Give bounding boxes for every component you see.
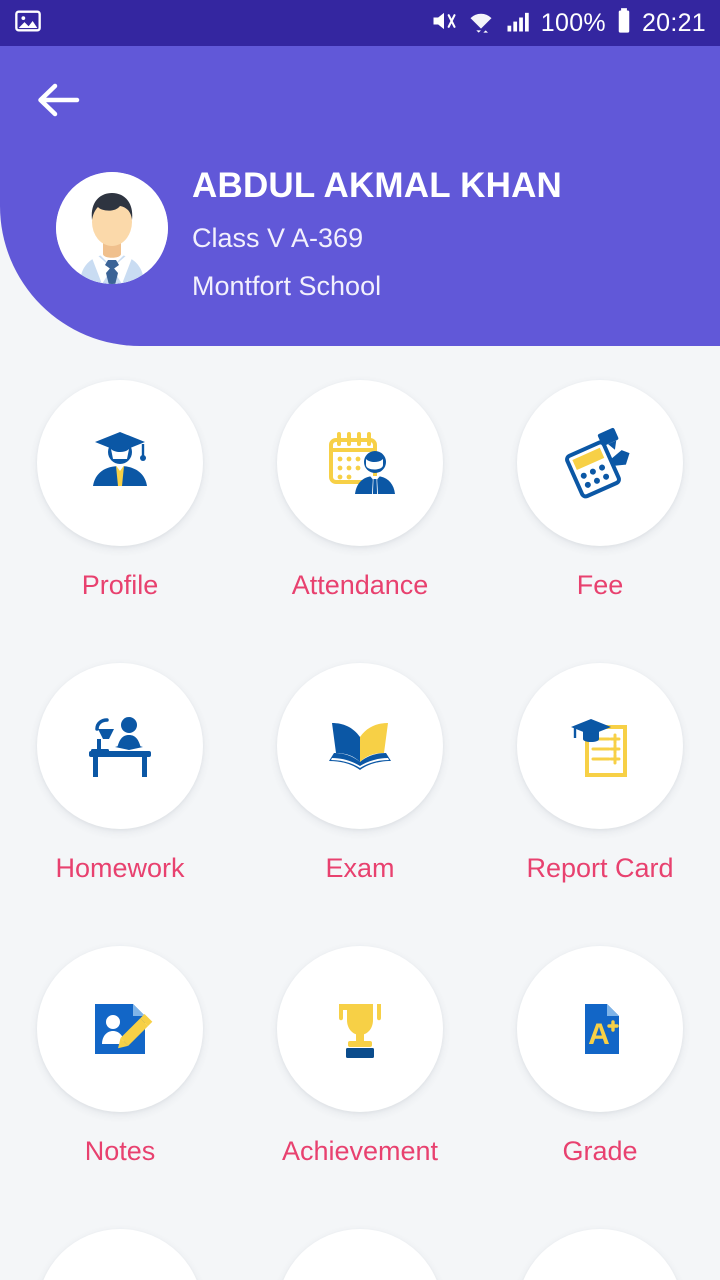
calculator-money-icon bbox=[557, 420, 643, 506]
menu-item-announcement[interactable] bbox=[240, 1229, 480, 1280]
student-avatar-illustration bbox=[56, 172, 168, 284]
student-school: Montfort School bbox=[192, 271, 382, 302]
back-button[interactable] bbox=[30, 74, 86, 130]
status-bar-left bbox=[14, 7, 42, 40]
student-name: ABDUL AKMAL KHAN bbox=[192, 166, 563, 205]
menu-icon-circle bbox=[37, 380, 203, 546]
menu-label: Grade bbox=[562, 1136, 638, 1166]
notes-pencil-icon bbox=[77, 986, 163, 1072]
menu-label: Attendance bbox=[291, 570, 429, 600]
image-icon bbox=[14, 7, 42, 40]
menu-label: Profile bbox=[81, 570, 159, 600]
mute-vibrate-icon bbox=[430, 7, 458, 40]
menu-icon-circle bbox=[277, 946, 443, 1112]
menu-item-fee[interactable]: Fee bbox=[480, 380, 720, 601]
menu-icon-circle bbox=[517, 380, 683, 546]
menu-icon-circle bbox=[37, 946, 203, 1112]
menu-item-calendar[interactable]: 31 bbox=[0, 1229, 240, 1280]
menu-label: Exam bbox=[325, 853, 395, 883]
menu-icon-circle bbox=[37, 663, 203, 829]
menu-label: Fee bbox=[576, 570, 624, 600]
trophy-icon bbox=[317, 986, 403, 1072]
menu-label: Notes bbox=[84, 1136, 156, 1166]
menu-label: Homework bbox=[55, 853, 185, 883]
menu-item-achievement[interactable]: Achievement bbox=[240, 946, 480, 1167]
menu-icon-circle bbox=[277, 663, 443, 829]
calendar-person-icon bbox=[317, 420, 403, 506]
grade-a-plus-icon: A bbox=[557, 986, 643, 1072]
menu-item-grade[interactable]: A Grade bbox=[480, 946, 720, 1167]
menu-item-homework[interactable]: Homework bbox=[0, 663, 240, 884]
avatar[interactable] bbox=[56, 172, 168, 284]
open-book-icon bbox=[317, 703, 403, 789]
svg-text:A: A bbox=[588, 1018, 610, 1051]
graduate-student-icon bbox=[77, 420, 163, 506]
menu-icon-circle bbox=[277, 1229, 443, 1280]
battery-icon bbox=[615, 7, 633, 40]
status-bar-right: 100% 20:21 bbox=[430, 7, 706, 40]
menu-item-profile[interactable]: Profile bbox=[0, 380, 240, 601]
status-bar: 100% 20:21 bbox=[0, 0, 720, 46]
menu-grid: Profile Attendance Fee Homework Exam Rep… bbox=[0, 380, 720, 1280]
report-card-icon bbox=[557, 703, 643, 789]
menu-item-report-card[interactable]: Report Card bbox=[480, 663, 720, 884]
chat-question-icon bbox=[557, 1269, 643, 1280]
battery-percent-label: 100% bbox=[540, 8, 606, 37]
student-summary: ABDUL AKMAL KHAN Class V A-369 Montfort … bbox=[56, 164, 562, 302]
menu-item-notes[interactable]: Notes bbox=[0, 946, 240, 1167]
menu-icon-circle: A bbox=[517, 946, 683, 1112]
menu-icon-circle bbox=[277, 380, 443, 546]
profile-header: ABDUL AKMAL KHAN Class V A-369 Montfort … bbox=[0, 46, 720, 346]
menu-icon-circle bbox=[517, 663, 683, 829]
student-text-block: ABDUL AKMAL KHAN Class V A-369 Montfort … bbox=[192, 164, 562, 302]
student-class: Class V A-369 bbox=[192, 223, 364, 254]
menu-icon-circle: 31 bbox=[37, 1229, 203, 1280]
wifi-icon bbox=[467, 7, 495, 40]
desk-lamp-study-icon bbox=[77, 703, 163, 789]
app-screen: 100% 20:21 ABDUL AKMAL KHAN Class V A-36… bbox=[0, 0, 720, 1280]
clock-label: 20:21 bbox=[641, 8, 706, 37]
signal-icon bbox=[504, 7, 532, 40]
menu-item-chat[interactable] bbox=[480, 1229, 720, 1280]
menu-label: Report Card bbox=[526, 853, 674, 883]
menu-icon-circle bbox=[517, 1229, 683, 1280]
calendar-31-icon: 31 bbox=[77, 1269, 163, 1280]
menu-label: Achievement bbox=[281, 1136, 439, 1166]
back-arrow-icon bbox=[35, 81, 81, 124]
megaphone-icon bbox=[317, 1269, 403, 1280]
menu-item-exam[interactable]: Exam bbox=[240, 663, 480, 884]
menu-item-attendance[interactable]: Attendance bbox=[240, 380, 480, 601]
